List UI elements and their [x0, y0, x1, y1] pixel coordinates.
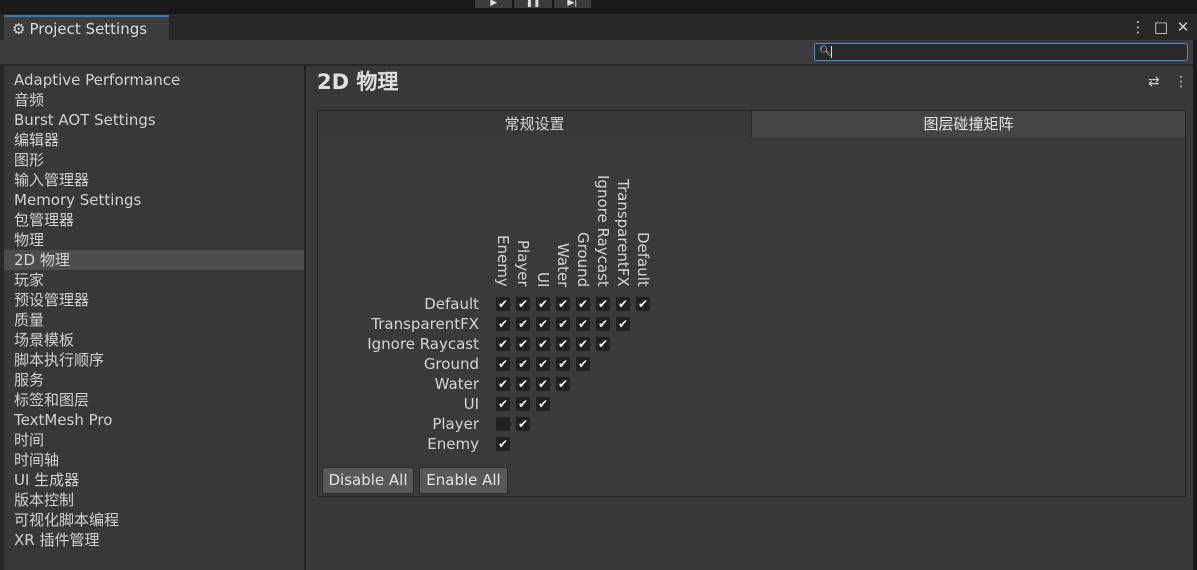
collision-checkbox[interactable]: ✔ — [596, 317, 610, 331]
matrix-column-label-wrap: Ignore Raycast — [594, 175, 613, 305]
matrix-column-label: Ground — [574, 231, 592, 287]
matrix-row-label: Ignore Raycast — [367, 335, 479, 353]
matrix-column-label: UI — [534, 271, 552, 287]
collision-checkbox[interactable]: ✔ — [496, 397, 510, 411]
search-icon: 🔍︎ — [819, 46, 832, 57]
matrix-row-label: Ground — [423, 355, 479, 373]
collision-checkbox[interactable]: ✔ — [616, 317, 630, 331]
collision-checkbox[interactable] — [496, 417, 510, 431]
sidebar-item[interactable]: 玩家 — [4, 270, 304, 290]
sidebar-item[interactable]: 预设管理器 — [4, 290, 304, 310]
matrix-column-label: Ignore Raycast — [594, 175, 612, 287]
sidebar-item[interactable]: 标签和图层 — [4, 390, 304, 410]
collision-checkbox[interactable]: ✔ — [516, 417, 530, 431]
sidebar-item[interactable]: 版本控制 — [4, 490, 304, 510]
sidebar-item[interactable]: Memory Settings — [4, 190, 304, 210]
matrix-row-label: TransparentFX — [371, 315, 479, 333]
search-input[interactable]: 🔍︎ — [814, 43, 1188, 61]
matrix-row-label: Enemy — [427, 435, 479, 453]
play-button[interactable]: ▶ — [475, 0, 513, 8]
sidebar-item[interactable]: 包管理器 — [4, 210, 304, 230]
window-tab[interactable]: ⚙ Project Settings — [4, 15, 169, 41]
collision-checkbox[interactable]: ✔ — [596, 337, 610, 351]
sidebar-item[interactable]: UI 生成器 — [4, 470, 304, 490]
maximize-icon[interactable]: □ — [1152, 16, 1170, 38]
matrix-column-label-wrap: UI — [534, 271, 553, 402]
matrix-row-label: Default — [424, 295, 479, 313]
play-toolbar-strip — [0, 0, 1197, 14]
sidebar-item[interactable]: XR 插件管理 — [4, 530, 304, 550]
settings-sidebar: Adaptive Performance 音频 Burst AOT Settings… — [4, 66, 304, 570]
sidebar-item[interactable]: 质量 — [4, 310, 304, 330]
sidebar-item[interactable]: 场景模板 — [4, 330, 304, 350]
matrix-column-label-wrap: Player — [514, 240, 533, 370]
matrix-column-label-wrap: TransparentFX — [614, 179, 633, 309]
tab-general-settings[interactable]: 常规设置 — [318, 111, 752, 137]
sidebar-item[interactable]: Adaptive Performance — [4, 70, 304, 90]
sidebar-item[interactable]: 脚本执行顺序 — [4, 350, 304, 370]
sidebar-item[interactable]: Burst AOT Settings — [4, 110, 304, 130]
step-button[interactable]: ▶| — [553, 0, 591, 8]
matrix-row-label: Water — [434, 375, 479, 393]
sidebar-item[interactable]: 图形 — [4, 150, 304, 170]
sidebar-item[interactable]: 编辑器 — [4, 130, 304, 150]
close-icon[interactable]: ✕ — [1174, 16, 1192, 38]
matrix-column-label: Water — [554, 242, 572, 287]
sidebar-item[interactable]: 物理 — [4, 230, 304, 250]
pause-button[interactable]: ❚❚ — [514, 0, 552, 8]
disable-all-button[interactable]: Disable All — [322, 467, 414, 494]
matrix-column-label: Enemy — [494, 235, 512, 287]
enable-all-button[interactable]: Enable All — [419, 467, 508, 494]
sidebar-item[interactable]: TextMesh Pro — [4, 410, 304, 430]
matrix-column-label-wrap: Ground — [574, 231, 593, 362]
matrix-column-label-wrap: Default — [634, 232, 653, 362]
matrix-column-label-wrap: Water — [554, 242, 573, 373]
page-title: 2D 物理 — [317, 70, 399, 94]
play-controls: ▶ ❚❚ ▶| — [475, 0, 593, 8]
context-menu-icon[interactable]: ⋮ — [1174, 74, 1188, 90]
collision-checkbox[interactable]: ✔ — [496, 377, 510, 391]
sidebar-item[interactable]: 音频 — [4, 90, 304, 110]
collision-checkbox[interactable]: ✔ — [556, 377, 570, 391]
window-title: Project Settings — [29, 20, 148, 38]
gear-icon: ⚙ — [12, 20, 26, 38]
window-edge — [1193, 40, 1197, 570]
text-caret — [831, 46, 832, 58]
sidebar-item[interactable]: 时间 — [4, 430, 304, 450]
more-options-icon[interactable]: ⋮ — [1130, 16, 1146, 38]
matrix-column-label-wrap: Enemy — [494, 235, 513, 365]
sidebar-item[interactable]: 可视化脚本编程 — [4, 510, 304, 530]
collision-checkbox[interactable]: ✔ — [516, 377, 530, 391]
preset-icon[interactable]: ⇄ — [1148, 74, 1160, 90]
sidebar-item[interactable]: 时间轴 — [4, 450, 304, 470]
tab-layer-collision-matrix[interactable]: 图层碰撞矩阵 — [752, 111, 1185, 137]
collision-checkbox[interactable]: ✔ — [516, 397, 530, 411]
physics-tabs: 常规设置 图层碰撞矩阵 — [317, 110, 1186, 138]
matrix-column-label: Player — [514, 240, 532, 287]
matrix-column-label: TransparentFX — [614, 179, 632, 287]
sidebar-item[interactable]: 输入管理器 — [4, 170, 304, 190]
sidebar-item[interactable]: 2D 物理 — [4, 250, 304, 270]
matrix-row-label: UI — [463, 395, 479, 413]
matrix-row-label: Player — [432, 415, 479, 433]
sidebar-item[interactable]: 服务 — [4, 370, 304, 390]
collision-checkbox[interactable]: ✔ — [496, 437, 510, 451]
matrix-column-label: Default — [634, 232, 652, 287]
collision-matrix-panel: Default ✔ ✔ ✔ ✔ ✔ ✔ ✔ ✔ TransparentFX ✔ ✔ ✔ ✔ ✔ ✔ ✔ Ignor… — [317, 137, 1186, 497]
